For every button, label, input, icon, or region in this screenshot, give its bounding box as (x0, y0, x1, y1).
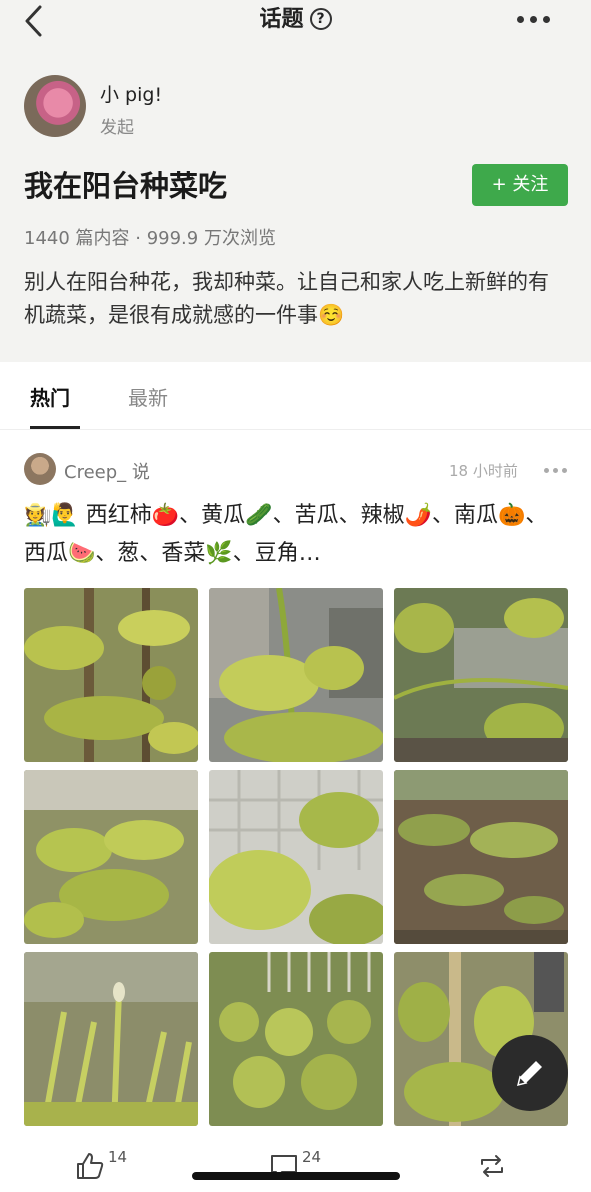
watermelon-seedling-photo[interactable] (394, 770, 568, 944)
creator-avatar[interactable] (24, 75, 86, 137)
creator-name[interactable]: 小 pig! (100, 80, 162, 107)
coriander-photo[interactable] (209, 952, 383, 1126)
post-action-bar: 14 24 (0, 1138, 591, 1192)
bitter-melon-vine-photo[interactable] (394, 588, 568, 762)
page-title: 话题? (0, 4, 591, 36)
scallion-photo[interactable] (24, 952, 198, 1126)
creator-role: 发起 (100, 118, 134, 138)
comment-count: 24 (302, 1148, 322, 1166)
help-icon[interactable]: ? (309, 8, 332, 30)
home-indicator (192, 1172, 400, 1180)
follow-button[interactable]: + 关注 (472, 164, 568, 206)
cucumber-seedling-photo[interactable] (209, 588, 383, 762)
topic-stats: 1440 篇内容 · 999.9 万次浏览 (24, 228, 276, 249)
section-divider (0, 430, 591, 442)
topic-description: 别人在阳台种花，我却种菜。让自己和家人吃上新鲜的有机蔬菜，是很有成就感的一件事☺… (24, 270, 549, 327)
post-author[interactable]: Creep_ 说 (64, 458, 150, 484)
tab-bar: 热门 最新 (0, 362, 591, 430)
tomato-plant-photo[interactable] (24, 588, 198, 762)
pencil-icon (516, 1061, 542, 1087)
active-tab-indicator (30, 426, 80, 429)
tab-hot[interactable]: 热门 (30, 382, 70, 411)
topic-title: 我在阳台种菜吃 (24, 169, 228, 203)
tab-latest[interactable]: 最新 (128, 382, 168, 411)
photo-grid (24, 588, 569, 1128)
nav-bar: 话题? (0, 0, 591, 44)
post-text[interactable]: 🧑‍🌾🙋‍♂️ 西红柿🍅、黄瓜🥒、苦瓜、辣椒🌶️、南瓜🎃、西瓜🍉、葱、香菜🌿、豆… (24, 497, 569, 573)
post-more-icon[interactable] (544, 468, 568, 474)
repost-icon (481, 1155, 503, 1177)
post-time: 18 小时前 (449, 462, 518, 480)
pepper-plant-photo[interactable] (24, 770, 198, 944)
thumbs-up-icon (77, 1153, 104, 1179)
like-count: 14 (108, 1148, 128, 1166)
post-author-avatar[interactable] (24, 453, 56, 485)
topic-header: 话题? 小 pig! 发起 我在阳台种菜吃 + 关注 1440 篇内容 · 99… (0, 0, 591, 362)
more-options-icon[interactable] (517, 16, 551, 24)
pumpkin-leaf-photo[interactable] (209, 770, 383, 944)
compose-button[interactable] (492, 1035, 568, 1111)
